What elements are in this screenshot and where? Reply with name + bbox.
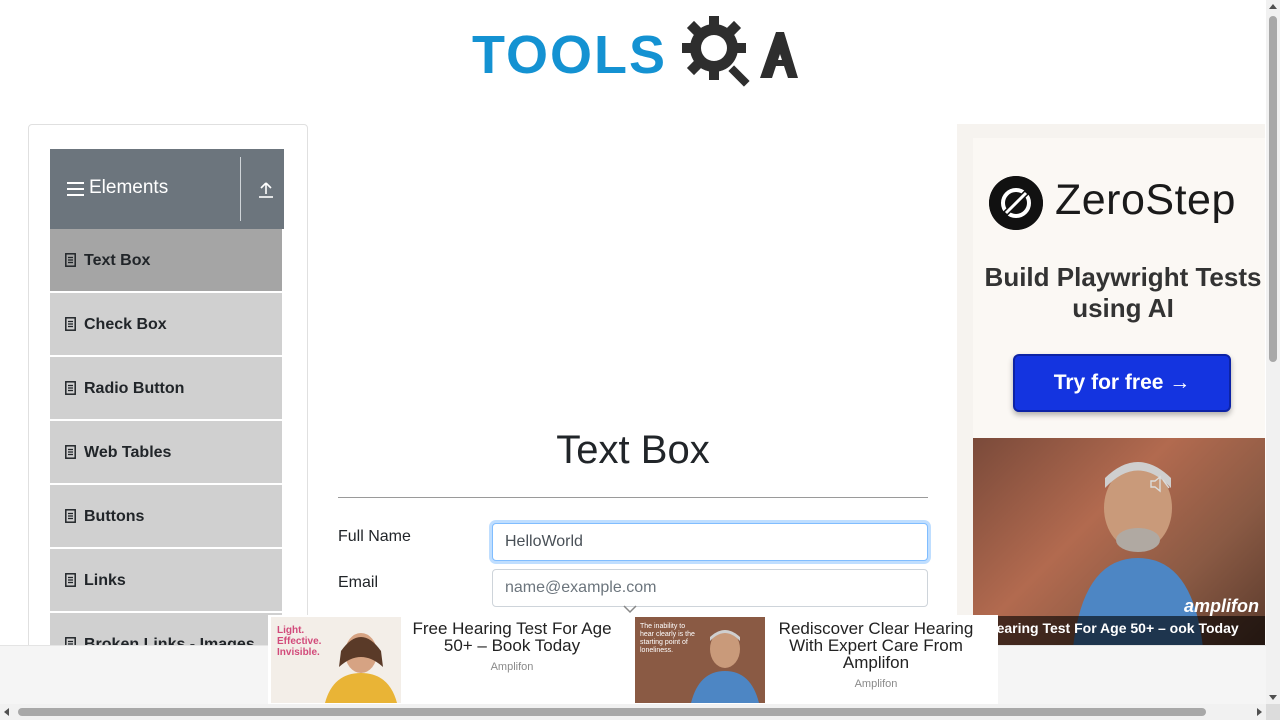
elements-menu-list: Text Box Check Box Radio Button Web Tabl…: [50, 229, 284, 677]
woman-portrait-image: [325, 633, 397, 703]
title-divider: [338, 497, 928, 498]
logo-text: TOOLS: [472, 25, 668, 85]
full-name-label: Full Name: [338, 528, 411, 545]
elements-group-header[interactable]: Elements: [50, 149, 284, 229]
file-icon: [65, 317, 76, 331]
try-for-free-button[interactable]: Try for free →: [1013, 354, 1231, 412]
zerostep-brand: ZeroStep: [1055, 176, 1236, 224]
file-icon: [65, 381, 76, 395]
banner-ad-source: Amplifon: [854, 678, 898, 690]
right-advertisement[interactable]: ZeroStep Build Playwright Tests using AI…: [957, 124, 1265, 664]
left-panel: Elements Text Box Check Box Radio Button: [28, 124, 308, 704]
sidebar-item-text-box[interactable]: Text Box: [50, 229, 284, 293]
speaker-mute-icon[interactable]: [1149, 474, 1171, 494]
scroll-right-arrow-icon[interactable]: [1257, 708, 1262, 716]
banner-ad-headline: Free Hearing Test For Age 50+ – Book Tod…: [412, 619, 612, 655]
file-icon: [65, 573, 76, 587]
full-name-input[interactable]: [492, 523, 928, 561]
scroll-down-arrow-icon[interactable]: [1269, 695, 1277, 700]
banner-ad-headline: Rediscover Clear Hearing With Expert Car…: [778, 619, 974, 672]
scroll-left-arrow-icon[interactable]: [4, 708, 9, 716]
file-icon: [65, 509, 76, 523]
horizontal-scrollbar[interactable]: [0, 704, 1266, 720]
horizontal-scroll-thumb[interactable]: [18, 708, 1206, 716]
email-label: Email: [338, 574, 379, 591]
banner-ad-2[interactable]: The inability to hear clearly is the sta…: [634, 615, 998, 704]
banner-ad-image: Light. Effective. Invisible.: [271, 617, 401, 703]
chevron-down-icon[interactable]: [622, 603, 638, 615]
toolsqa-logo[interactable]: TOOLS: [472, 14, 798, 92]
email-input[interactable]: [492, 569, 928, 607]
vertical-scrollbar[interactable]: [1266, 0, 1280, 704]
zerostep-ad-card[interactable]: ZeroStep Build Playwright Tests using AI…: [973, 138, 1265, 438]
scrollbar-corner: [1266, 704, 1280, 720]
page-viewport: TOOLS Elements Text Box Check Box Radio …: [0, 0, 1266, 704]
banner-ad-source: Amplifon: [490, 661, 534, 673]
header-divider: [240, 157, 241, 221]
sidebar-item-web-tables[interactable]: Web Tables: [50, 421, 284, 485]
video-caption: ee Hearing Test For Age 50+ – ook Today: [973, 620, 1239, 636]
ad-tagline: Build Playwright Tests using AI: [984, 262, 1262, 323]
video-advertisement[interactable]: amplifon ee Hearing Test For Age 50+ – o…: [973, 438, 1265, 646]
sidebar-item-label: Radio Button: [84, 380, 185, 397]
banner-ad-1[interactable]: Light. Effective. Invisible. Free Hearin…: [268, 615, 634, 704]
sidebar-item-buttons[interactable]: Buttons: [50, 485, 284, 549]
sidebar-item-label: Check Box: [84, 316, 167, 333]
amplifon-brand: amplifon: [1184, 596, 1259, 616]
man-portrait-image: [691, 630, 759, 703]
bottom-banner-ads: Light. Effective. Invisible. Free Hearin…: [268, 615, 998, 704]
sidebar-item-label: Buttons: [84, 508, 145, 525]
vertical-scroll-thumb[interactable]: [1269, 16, 1277, 362]
logo-gear-icon: [682, 16, 798, 87]
file-icon: [65, 253, 76, 267]
file-icon: [65, 445, 76, 459]
sidebar-item-label: Text Box: [84, 252, 151, 269]
sidebar-item-label: Links: [84, 572, 126, 589]
page-title: Text Box: [556, 428, 710, 472]
sidebar-item-check-box[interactable]: Check Box: [50, 293, 284, 357]
group-title: Elements: [89, 177, 169, 198]
scroll-up-arrow-icon[interactable]: [1269, 4, 1277, 9]
banner-ad-image: The inability to hear clearly is the sta…: [635, 617, 765, 703]
sidebar-item-radio-button[interactable]: Radio Button: [50, 357, 284, 421]
sidebar-item-links[interactable]: Links: [50, 549, 284, 613]
zerostep-logo-icon: [989, 176, 1043, 230]
sidebar-item-label: Web Tables: [84, 444, 172, 461]
collapse-up-icon[interactable]: [258, 181, 274, 199]
hamburger-icon: [67, 182, 84, 196]
